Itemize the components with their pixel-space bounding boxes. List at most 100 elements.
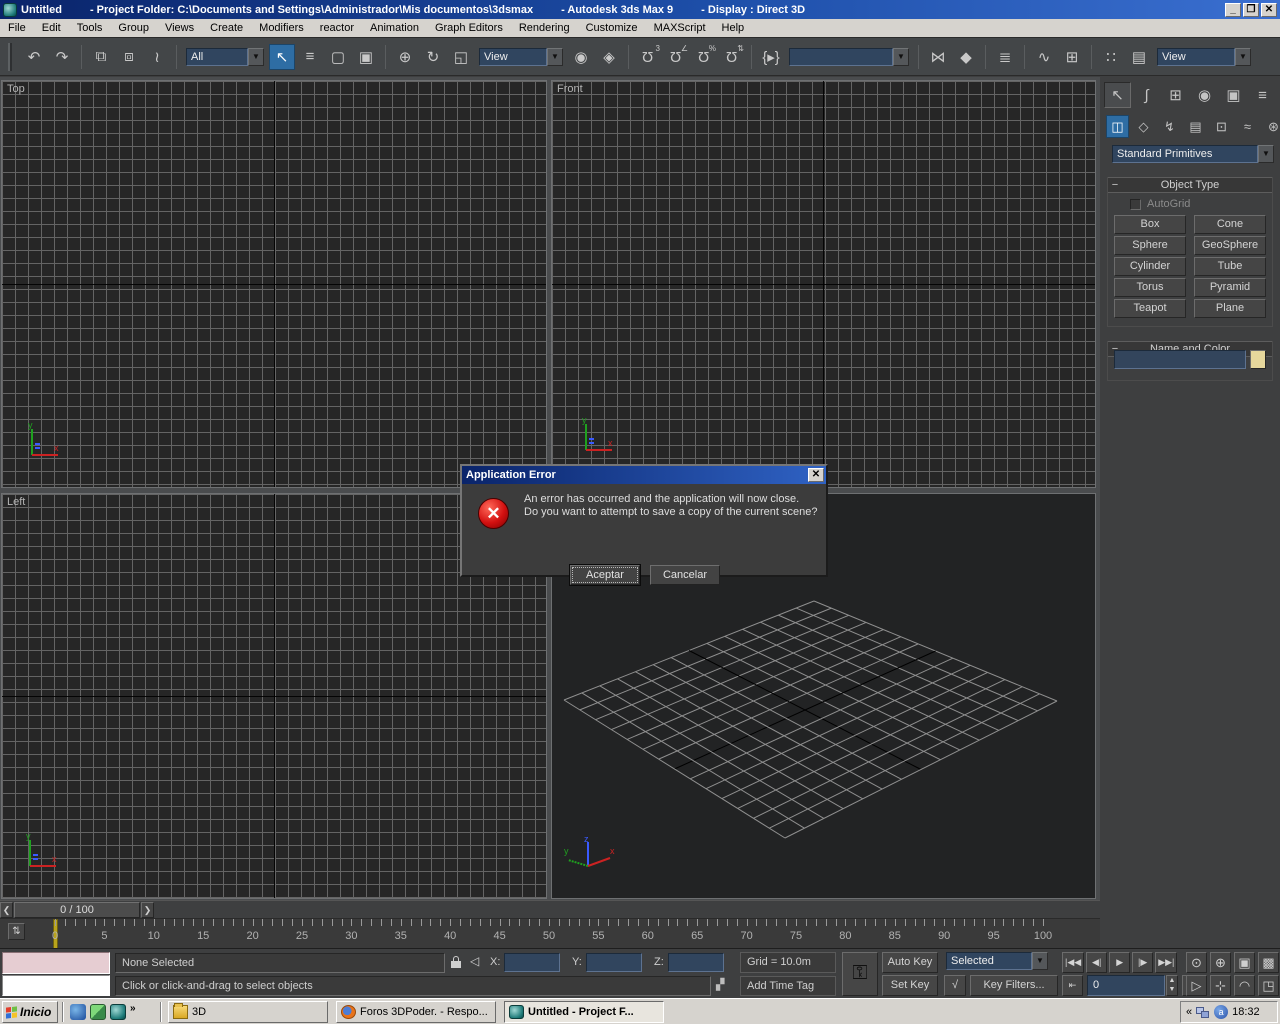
object-color-swatch[interactable] <box>1250 350 1266 369</box>
viewport-top[interactable]: Top y x <box>1 80 547 488</box>
zoom-all-icon[interactable]: ⊕ <box>1210 952 1231 973</box>
maxscript-listener-white[interactable] <box>2 975 110 996</box>
subtab-systems-icon[interactable]: ⊛ <box>1262 115 1280 138</box>
align-icon[interactable]: ◆ <box>953 44 979 70</box>
go-to-start-button[interactable]: |◀◀ <box>1062 952 1085 973</box>
mini-curve-editor-button[interactable]: ⇅ <box>8 923 25 940</box>
selection-filter-dropdown[interactable]: All ▼ <box>186 47 264 66</box>
auto-key-button[interactable]: Auto Key <box>882 952 938 973</box>
undo-icon[interactable]: ↶ <box>21 44 47 70</box>
select-and-rotate-icon[interactable]: ↻ <box>420 44 446 70</box>
select-object-icon[interactable]: ↖ <box>269 43 295 70</box>
tab-utilities-icon[interactable]: ≡ <box>1249 82 1276 108</box>
subtab-lights-icon[interactable]: ↯ <box>1158 115 1181 138</box>
dialog-title-bar[interactable]: Application Error ✕ <box>462 466 826 484</box>
angle-snap-icon[interactable]: Ω ∠ <box>663 44 689 70</box>
subtab-cameras-icon[interactable]: ▤ <box>1184 115 1207 138</box>
progressive-display-icon[interactable]: ▞ <box>716 978 724 991</box>
chevron-down-icon[interactable]: ▼ <box>1258 145 1274 163</box>
layer-manager-icon[interactable]: ≣ <box>992 44 1018 70</box>
track-bar[interactable]: ⇅ 0 5 10 15 20 25 30 35 40 45 50 55 60 65 70 75 80 85 90 95… <box>0 918 1100 948</box>
menu-modifiers[interactable]: Modifiers <box>251 20 312 36</box>
render-preset-dropdown[interactable]: View ▼ <box>1157 47 1251 66</box>
maximize-viewport-icon[interactable]: ◳ <box>1258 975 1279 996</box>
default-in-out-tangent-icon[interactable]: √ <box>944 975 966 996</box>
key-selection-dropdown[interactable]: Selected ▼ <box>946 952 1048 970</box>
dialog-close-icon[interactable]: ✕ <box>808 468 824 482</box>
time-slider-handle[interactable]: 0 / 100 <box>14 902 140 918</box>
teapot-button[interactable]: Teapot <box>1114 299 1186 318</box>
field-of-view-icon[interactable]: ▷ <box>1186 975 1207 996</box>
autogrid-checkbox[interactable] <box>1130 198 1141 210</box>
play-button[interactable]: ▶ <box>1109 952 1131 973</box>
subtab-geometry-icon[interactable]: ◫ <box>1106 115 1129 138</box>
menu-maxscript[interactable]: MAXScript <box>646 20 714 36</box>
chevron-down-icon[interactable]: ▼ <box>248 47 264 66</box>
torus-button[interactable]: Torus <box>1114 278 1186 297</box>
x-coordinate-field[interactable] <box>504 953 560 972</box>
category-dropdown[interactable]: Standard Primitives ▼ <box>1112 145 1274 163</box>
key-mode-toggle[interactable]: ⇤ <box>1062 975 1083 996</box>
rectangular-selection-region-icon[interactable]: ▢ <box>325 44 351 70</box>
subtab-shapes-icon[interactable]: ◇ <box>1132 115 1155 138</box>
go-to-end-button[interactable]: ▶▶| <box>1155 952 1178 973</box>
tray-chevron-icon[interactable]: « <box>1186 1006 1192 1018</box>
menu-edit[interactable]: Edit <box>34 20 69 36</box>
chevron-down-icon[interactable]: ▼ <box>893 47 909 66</box>
reference-coordinate-dropdown[interactable]: View ▼ <box>479 47 563 66</box>
restore-button[interactable]: ❐ <box>1243 2 1259 17</box>
mirror-icon[interactable]: ⋈ <box>925 44 951 70</box>
previous-frame-button[interactable]: ◀| <box>1086 952 1108 973</box>
chevron-down-icon[interactable]: ▼ <box>547 47 563 66</box>
named-selection-sets-dropdown[interactable]: ▼ <box>789 47 909 66</box>
task-button[interactable]: Untitled - Project F... <box>504 1001 664 1023</box>
quicklaunch-browser-icon[interactable] <box>70 1004 86 1020</box>
next-frame-arrow[interactable]: ❯ <box>141 902 154 918</box>
menu-rendering[interactable]: Rendering <box>511 20 578 36</box>
chevron-down-icon[interactable]: ▼ <box>1235 47 1251 66</box>
menu-file[interactable]: File <box>0 20 34 36</box>
menu-graph-editors[interactable]: Graph Editors <box>427 20 511 36</box>
next-frame-button[interactable]: |▶ <box>1132 952 1154 973</box>
quicklaunch-chevron-icon[interactable]: » <box>130 1003 136 1014</box>
tab-display-icon[interactable]: ▣ <box>1220 82 1247 108</box>
bind-to-space-warp-icon[interactable]: ≀ <box>144 44 170 70</box>
set-keys-button[interactable]: ⚿ <box>842 952 878 996</box>
key-filters-button[interactable]: Key Filters... <box>970 975 1058 996</box>
quicklaunch-3dsmax-icon[interactable] <box>110 1004 126 1020</box>
menu-customize[interactable]: Customize <box>578 20 646 36</box>
current-frame-field[interactable]: 0 <box>1087 975 1165 996</box>
quicklaunch-app-icon[interactable] <box>90 1004 106 1020</box>
arc-rotate-icon[interactable]: ◠ <box>1234 975 1255 996</box>
schematic-view-icon[interactable]: ⊞ <box>1059 44 1085 70</box>
network-tray-icon[interactable] <box>1196 1006 1210 1018</box>
toolbar-grip[interactable] <box>8 42 12 71</box>
geosphere-button[interactable]: GeoSphere <box>1194 236 1266 255</box>
plane-button[interactable]: Plane <box>1194 299 1266 318</box>
start-button[interactable]: Inicio <box>2 1001 58 1023</box>
tab-motion-icon[interactable]: ◉ <box>1191 82 1218 108</box>
menu-create[interactable]: Create <box>202 20 251 36</box>
tab-hierarchy-icon[interactable]: ⊞ <box>1162 82 1189 108</box>
z-coordinate-field[interactable] <box>668 953 724 972</box>
select-and-move-icon[interactable]: ⊕ <box>392 44 418 70</box>
select-and-link-icon[interactable]: ⧉ <box>88 44 114 70</box>
subtab-helpers-icon[interactable]: ⊡ <box>1210 115 1233 138</box>
tube-button[interactable]: Tube <box>1194 257 1266 276</box>
redo-icon[interactable]: ↷ <box>49 44 75 70</box>
menu-help[interactable]: Help <box>714 20 753 36</box>
pan-icon[interactable]: ⊹ <box>1210 975 1231 996</box>
zoom-extents-all-icon[interactable]: ▩ <box>1258 952 1279 973</box>
use-pivot-point-icon[interactable]: ◉ <box>568 44 594 70</box>
select-and-scale-icon[interactable]: ◱ <box>448 44 474 70</box>
selection-lock-icon[interactable] <box>451 956 461 968</box>
aceptar-button[interactable]: Aceptar <box>569 564 641 586</box>
select-and-manipulate-icon[interactable]: ◈ <box>596 44 622 70</box>
close-button[interactable]: ✕ <box>1261 2 1277 17</box>
object-name-field[interactable] <box>1114 350 1246 369</box>
sphere-button[interactable]: Sphere <box>1114 236 1186 255</box>
pyramid-button[interactable]: Pyramid <box>1194 278 1266 297</box>
cylinder-button[interactable]: Cylinder <box>1114 257 1186 276</box>
menu-views[interactable]: Views <box>157 20 202 36</box>
zoom-icon[interactable]: ⊙ <box>1186 952 1207 973</box>
